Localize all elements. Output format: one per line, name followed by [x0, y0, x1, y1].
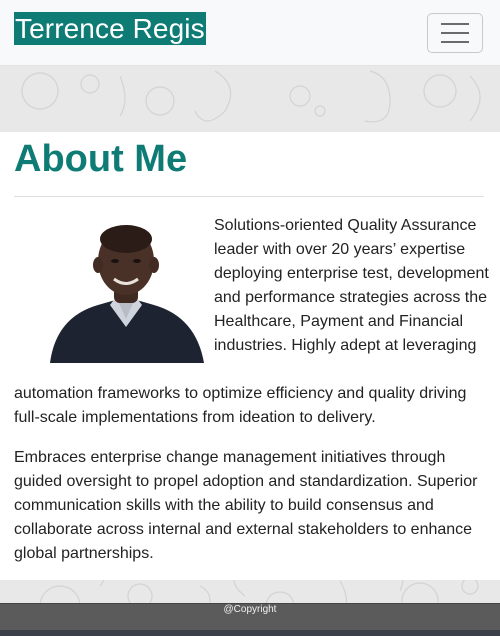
navbar: Terrence Regis	[0, 0, 500, 66]
hamburger-menu-icon	[441, 23, 469, 43]
brand-logo-text[interactable]: Terrence Regis	[14, 12, 206, 45]
about-paragraph-1-continued: automation frameworks to optimize effici…	[14, 385, 467, 426]
about-paragraph-2: Embraces enterprise change management in…	[14, 449, 478, 562]
copyright-text: @Copyright	[223, 604, 277, 615]
page-title: About Me	[14, 138, 188, 180]
footer-bottom-bar	[0, 630, 500, 636]
menu-toggle-button[interactable]	[427, 13, 483, 53]
about-paragraph-1-wrapped: Solutions-oriented Quality Assurance lea…	[214, 217, 489, 354]
divider	[14, 196, 484, 197]
profile-photo	[40, 217, 214, 363]
